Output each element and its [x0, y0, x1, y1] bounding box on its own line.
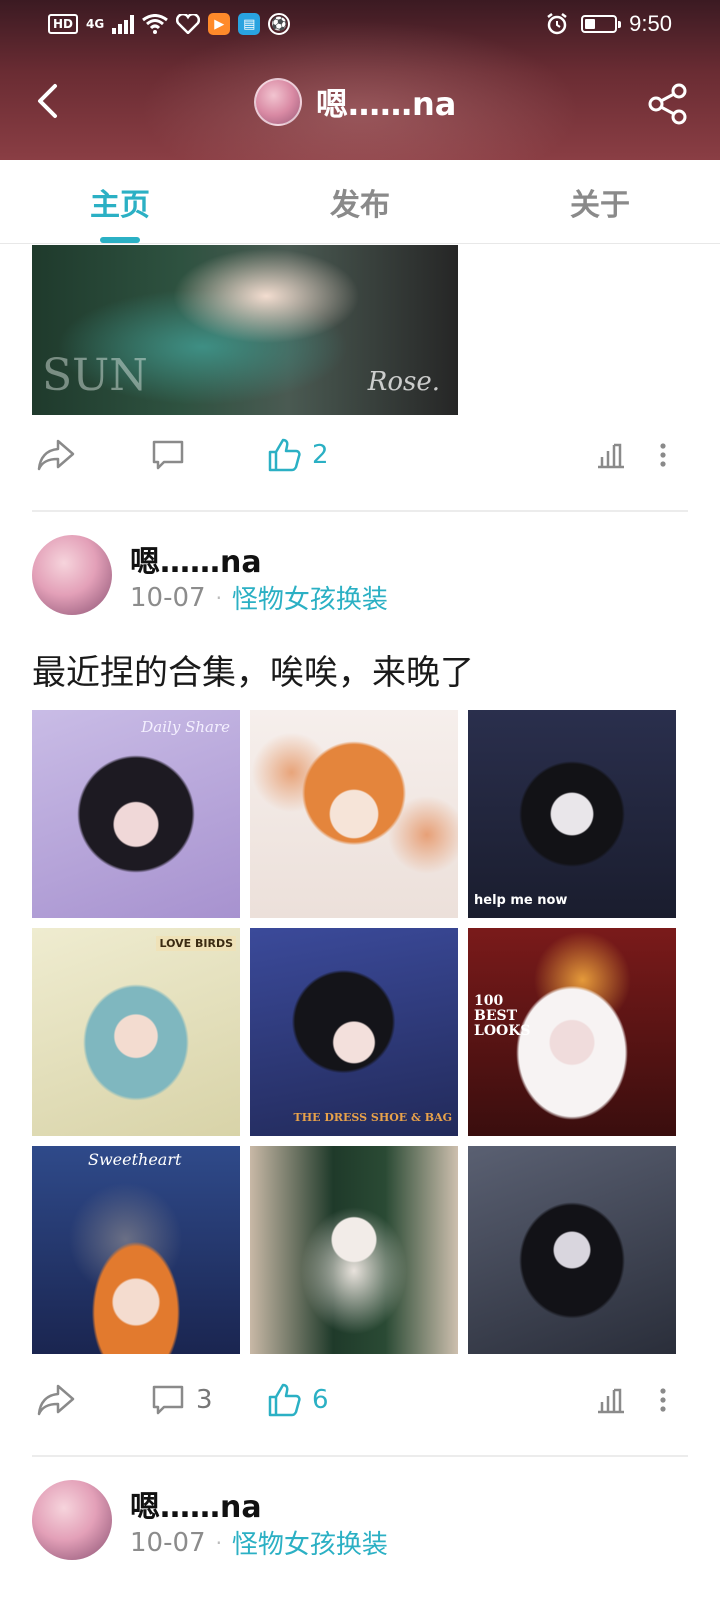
chevron-left-icon: [38, 84, 57, 118]
post-meta: 10-07 · 怪物女孩换装: [130, 579, 388, 616]
post-author[interactable]: 嗯……na: [130, 1482, 262, 1526]
stats-button[interactable]: [596, 441, 626, 469]
like-count: 6: [312, 1385, 329, 1415]
tile-caption: Sweetheart: [88, 1150, 182, 1169]
comment-count: 3: [196, 1385, 213, 1415]
network-label: 4G: [86, 17, 105, 31]
tab-posts[interactable]: 发布: [240, 160, 480, 243]
image-text: SUN: [42, 350, 148, 401]
like-button[interactable]: 2: [266, 437, 329, 473]
profile-header: HD 4G ▶ ▤ ⚽ 9:50 嗯……na: [0, 0, 720, 160]
video-app-icon: ▶: [208, 13, 231, 35]
status-right: 9:50: [545, 11, 672, 37]
post-topic-link[interactable]: 怪物女孩换装: [232, 579, 388, 616]
bar-chart-icon: [598, 443, 624, 469]
author-avatar[interactable]: [32, 1480, 112, 1560]
wifi-icon: [142, 14, 169, 34]
post-image-tile[interactable]: [468, 1146, 676, 1354]
post-header: 嗯……na 10-07 · 怪物女孩换装: [32, 1480, 688, 1560]
post-image-tile[interactable]: help me now: [468, 710, 676, 918]
more-vertical-icon: [660, 1388, 666, 1412]
status-bar: HD 4G ▶ ▤ ⚽ 9:50: [0, 0, 720, 48]
thumbs-up-icon: [268, 1383, 301, 1417]
post-image-tile[interactable]: Sweetheart: [32, 1146, 240, 1354]
post-author[interactable]: 嗯……na: [130, 537, 262, 581]
profile-name: 嗯……na: [316, 85, 457, 123]
post-image-grid: Daily Share help me now LOVE BIRDS THE D…: [32, 710, 676, 1356]
post-image-tile[interactable]: [250, 1146, 458, 1354]
post-image[interactable]: SUN Rose.: [32, 245, 458, 415]
post-actions: 2: [32, 427, 688, 483]
comment-button[interactable]: 3: [150, 1383, 213, 1417]
reader-app-icon: ▤: [238, 13, 261, 35]
status-left: HD 4G ▶ ▤ ⚽: [48, 13, 291, 35]
tile-caption: THE DRESS SHOE & BAG: [293, 1111, 452, 1124]
heart-pulse-icon: [176, 14, 201, 34]
image-text: Rose.: [367, 367, 440, 397]
tile-caption: LOVE BIRDS: [156, 936, 236, 951]
avatar: [254, 78, 302, 126]
tile-caption: Daily Share: [141, 718, 230, 736]
tile-caption: help me now: [474, 893, 568, 908]
post-topic-link[interactable]: 怪物女孩换装: [232, 1524, 388, 1561]
hd-badge: HD: [48, 14, 79, 34]
ball-app-icon: ⚽: [268, 13, 291, 35]
post-image-tile[interactable]: THE DRESS SHOE & BAG: [250, 928, 458, 1136]
clock-time: 9:50: [629, 11, 672, 36]
alarm-icon: [547, 13, 567, 35]
thumbs-up-icon: [268, 438, 301, 472]
post-text: 最近捏的合集，唉唉，来晚了: [32, 653, 474, 693]
tile-caption: 100 BEST LOOKS: [474, 993, 531, 1039]
more-vertical-icon: [660, 443, 666, 467]
signal-icon: [112, 14, 135, 34]
comment-icon: [152, 440, 184, 470]
post-divider: [32, 510, 688, 512]
profile-tabs: 主页 发布 关于: [0, 160, 720, 244]
comment-icon: [152, 1385, 184, 1415]
back-button[interactable]: [24, 78, 70, 124]
post-image-tile[interactable]: LOVE BIRDS: [32, 928, 240, 1136]
meta-separator: ·: [215, 1530, 222, 1555]
share-icon: [648, 83, 687, 125]
forward-icon: [37, 1384, 75, 1416]
like-button[interactable]: 6: [266, 1382, 329, 1418]
comment-button[interactable]: [150, 438, 186, 472]
bar-chart-icon: [598, 1388, 624, 1414]
share-post-button[interactable]: [36, 1383, 76, 1417]
meta-separator: ·: [215, 585, 222, 610]
tab-home[interactable]: 主页: [0, 160, 240, 243]
more-button[interactable]: [658, 1387, 668, 1413]
post-divider: [32, 1455, 688, 1457]
post-date: 10-07: [130, 582, 206, 613]
like-count: 2: [312, 440, 329, 470]
author-avatar[interactable]: [32, 535, 112, 615]
share-button[interactable]: [642, 78, 694, 130]
forward-icon: [37, 439, 75, 471]
post-date: 10-07: [130, 1527, 206, 1558]
tab-about[interactable]: 关于: [480, 160, 720, 243]
profile-title[interactable]: 嗯……na: [254, 76, 456, 128]
more-button[interactable]: [658, 442, 668, 468]
post-meta: 10-07 · 怪物女孩换装: [130, 1524, 388, 1561]
battery-icon: [581, 15, 622, 33]
post-actions: 3 6: [32, 1372, 688, 1428]
post-image-tile[interactable]: [250, 710, 458, 918]
nav-row: 嗯……na: [0, 68, 720, 138]
share-post-button[interactable]: [36, 438, 76, 472]
post-header: 嗯……na 10-07 · 怪物女孩换装: [32, 535, 688, 615]
post-image-tile[interactable]: 100 BEST LOOKS: [468, 928, 676, 1136]
stats-button[interactable]: [596, 1386, 626, 1414]
post-image-tile[interactable]: Daily Share: [32, 710, 240, 918]
